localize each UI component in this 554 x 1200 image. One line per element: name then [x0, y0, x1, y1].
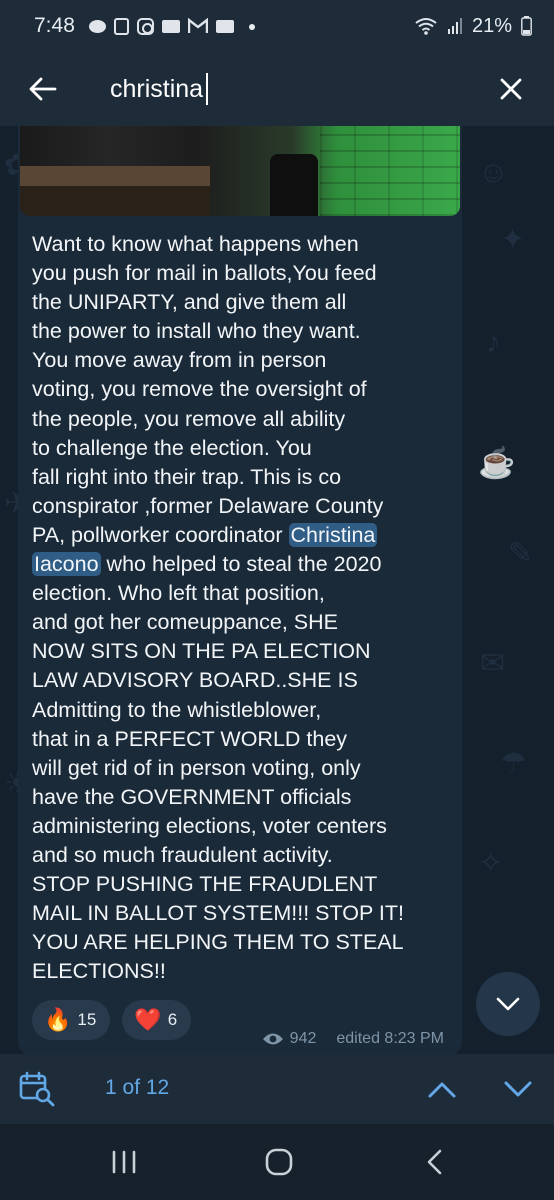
- search-highlight: Iacono: [32, 552, 101, 577]
- doodle-icon: ♪: [486, 326, 501, 359]
- eye-icon: [262, 1033, 283, 1045]
- thumbnail-desk: [20, 166, 210, 186]
- message-text-part: Want to know what happens when you push …: [32, 232, 384, 547]
- message-bubble[interactable]: Want to know what happens when you push …: [18, 126, 462, 1054]
- result-count: 1 of 12: [105, 1076, 170, 1099]
- chevron-down-icon: [496, 997, 520, 1011]
- dot-icon: ●: [247, 18, 257, 34]
- fire-icon: 🔥: [44, 1007, 72, 1032]
- doodle-icon: ☺: [478, 156, 509, 189]
- calendar-search-button[interactable]: [18, 1070, 56, 1108]
- search-query: christina: [110, 74, 204, 103]
- next-result-button[interactable]: [498, 1072, 538, 1106]
- back-button[interactable]: [0, 52, 86, 126]
- wifi-icon: [414, 17, 438, 35]
- reactions: 🔥 15 ❤️ 6: [32, 1000, 192, 1040]
- text-caret: [206, 73, 209, 105]
- edited-time: edited 8:23 PM: [336, 1030, 444, 1047]
- reaction-count: 6: [167, 1010, 178, 1029]
- message-text: Want to know what happens when you push …: [32, 230, 452, 986]
- thumbnail-chair: [270, 154, 318, 216]
- chevron-down-icon: [504, 1081, 532, 1097]
- mail-icon: [215, 19, 234, 33]
- previous-result-button[interactable]: [422, 1072, 462, 1106]
- recents-button[interactable]: [108, 1148, 140, 1176]
- status-time: 7:48: [34, 14, 75, 37]
- doodle-icon: ☂: [500, 747, 527, 780]
- system-back-button[interactable]: [420, 1148, 450, 1176]
- instagram-icon: [136, 17, 154, 35]
- search-highlight: Christina: [288, 522, 378, 547]
- close-search-button[interactable]: [486, 64, 536, 114]
- search-header: christina: [0, 52, 554, 126]
- notification-icon: [88, 19, 106, 33]
- video-thumbnail[interactable]: [20, 126, 460, 216]
- mail-icon: [161, 19, 180, 33]
- home-icon: [265, 1148, 293, 1176]
- chat-area[interactable]: ✿ ☺ ✦ ♪ ☕ ✎ ✉ ☂ ✧ ✈ ☀ Want to know what …: [0, 126, 554, 1054]
- view-count: 942: [289, 1030, 317, 1047]
- status-right: 21%: [414, 15, 532, 38]
- back-chevron-icon: [427, 1149, 442, 1175]
- doodle-icon: ✉: [480, 647, 506, 680]
- chevron-up-icon: [428, 1082, 456, 1098]
- battery-icon: [521, 16, 532, 36]
- recents-icon: [112, 1150, 136, 1174]
- battery-percent: 21%: [471, 14, 512, 37]
- doodle-icon: ✧: [478, 847, 504, 880]
- message-text-part: who helped to steal the 2020 election. W…: [32, 552, 404, 984]
- heart-icon: ❤️: [134, 1007, 162, 1032]
- system-nav-bar: [0, 1124, 554, 1200]
- search-toolbar: 1 of 12: [0, 1054, 554, 1124]
- calendar-icon: [113, 17, 129, 35]
- doodle-icon: ✎: [508, 537, 534, 570]
- thumbnail-desk-front: [20, 186, 210, 216]
- message-meta: 942 edited 8:23 PM: [262, 1030, 444, 1048]
- doodle-icon: ☕: [478, 447, 516, 480]
- thumbnail-wall: [320, 126, 460, 216]
- calendar-search-icon: [19, 1071, 55, 1107]
- reaction-count: 15: [77, 1010, 97, 1029]
- close-icon: [500, 78, 522, 100]
- status-bar: 7:48 ● 21%: [0, 0, 554, 52]
- search-input[interactable]: christina: [110, 69, 209, 109]
- doodle-icon: ✦: [500, 223, 526, 256]
- gmail-icon: [187, 17, 209, 34]
- arrow-left-icon: [29, 77, 57, 101]
- signal-icon: [447, 17, 463, 35]
- reaction-heart[interactable]: ❤️ 6: [122, 1000, 192, 1040]
- scroll-down-button[interactable]: [476, 972, 540, 1036]
- home-button[interactable]: [264, 1148, 294, 1176]
- status-left: 7:48 ●: [34, 14, 256, 38]
- reaction-fire[interactable]: 🔥 15: [32, 1000, 111, 1040]
